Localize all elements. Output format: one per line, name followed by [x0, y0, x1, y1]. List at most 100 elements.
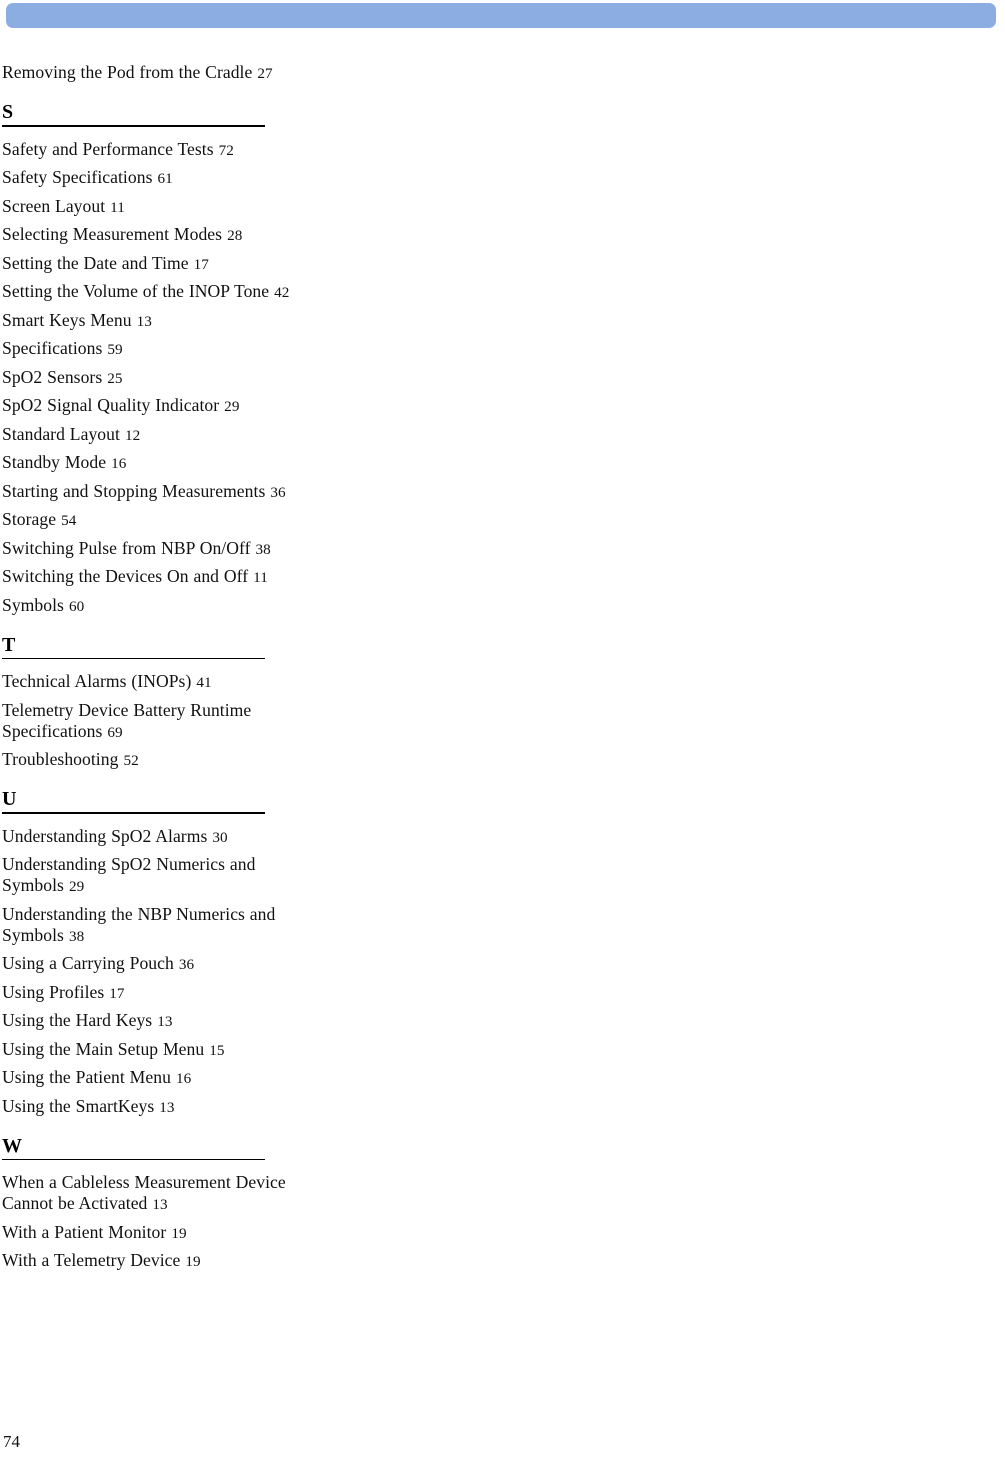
index-entry-page-number: 69: [107, 723, 123, 741]
index-entry[interactable]: Switching Pulse from NBP On/Off 38: [2, 538, 302, 560]
index-entry[interactable]: Selecting Measurement Modes 28: [2, 224, 302, 246]
index-entry-title: Standard Layout: [2, 423, 120, 444]
index-entry[interactable]: With a Telemetry Device 19: [2, 1250, 302, 1272]
index-entry-title: Switching Pulse from NBP On/Off: [2, 537, 251, 558]
index-entry-title: Using Profiles: [2, 981, 105, 1002]
index-entry-page-number: 36: [178, 956, 195, 974]
section-rule: [2, 1158, 265, 1161]
index-entry-page-number: 16: [111, 455, 127, 473]
index-entry[interactable]: Starting and Stopping Measurements 36: [2, 481, 302, 503]
index-entry-title: Safety and Performance Tests: [2, 138, 214, 159]
index-entry-title: Selecting Measurement Modes: [2, 224, 223, 245]
index-entry-page-number: 19: [171, 1224, 187, 1242]
index-entry[interactable]: Telemetry Device Battery Runtime Specifi…: [2, 700, 302, 743]
index-entry-list: Removing the Pod from the Cradle 27 S Safet…: [2, 62, 302, 1279]
index-entry[interactable]: When a Cableless Measurement Device Cann…: [2, 1172, 302, 1215]
index-entry-title: Storage: [2, 509, 57, 530]
index-entry[interactable]: Removing the Pod from the Cradle 27: [2, 62, 302, 84]
index-entry[interactable]: Standby Mode 16: [2, 452, 302, 474]
index-entry[interactable]: Specifications 59: [2, 338, 302, 360]
section-rule: [2, 125, 265, 127]
index-entry-page-number: 11: [110, 198, 125, 216]
index-entry-title: Understanding SpO2 Alarms: [2, 825, 208, 846]
index-entry[interactable]: Setting the Volume of the INOP Tone 42: [2, 281, 302, 303]
index-entry[interactable]: Using the Patient Menu 16: [2, 1067, 302, 1089]
index-entry-title: Using the Patient Menu: [2, 1067, 171, 1088]
index-entry[interactable]: Using a Carrying Pouch 36: [2, 953, 302, 975]
page-number: 74: [3, 1432, 20, 1451]
index-entry-title: SpO2 Signal Quality Indicator: [2, 395, 220, 416]
index-entry-title: Safety Specifications: [2, 167, 153, 188]
index-entry-title: Technical Alarms (INOPs): [2, 671, 192, 692]
index-entry[interactable]: SpO2 Sensors 25: [2, 367, 302, 389]
index-entry-page-number: 54: [61, 512, 77, 530]
index-entry-title: With a Telemetry Device: [2, 1250, 181, 1271]
index-entry[interactable]: Screen Layout 11: [2, 196, 302, 218]
index-entry-page-number: 29: [68, 878, 85, 896]
index-entry-title: Using the Hard Keys: [2, 1010, 153, 1031]
index-entry-page-number: 41: [196, 674, 212, 692]
index-entry-title: Specifications: [2, 338, 103, 359]
section-letter: W: [2, 1134, 22, 1157]
index-section-heading-w: W: [2, 1135, 302, 1161]
index-entry[interactable]: Understanding the NBP Numerics and Symbo…: [2, 904, 302, 947]
index-entry[interactable]: Setting the Date and Time 17: [2, 253, 302, 275]
index-entry-page-number: 59: [107, 341, 123, 359]
index-section-heading-s: S: [2, 101, 302, 127]
decorative-header-bar: [6, 3, 996, 28]
index-entry[interactable]: Standard Layout 12: [2, 424, 302, 446]
index-entry[interactable]: Technical Alarms (INOPs) 41: [2, 671, 302, 693]
index-entry-title: Screen Layout: [2, 195, 106, 216]
index-entry[interactable]: Safety Specifications 61: [2, 167, 302, 189]
index-entry[interactable]: Switching the Devices On and Off 11: [2, 566, 302, 588]
index-entry-title: Symbols: [2, 594, 64, 615]
index-entry[interactable]: Understanding SpO2 Numerics and Symbols 2…: [2, 854, 302, 897]
index-entry-page-number: 15: [209, 1041, 225, 1059]
index-entry[interactable]: Understanding SpO2 Alarms 30: [2, 826, 302, 848]
index-entry[interactable]: Smart Keys Menu 13: [2, 310, 302, 332]
index-entry-page-number: 61: [157, 170, 173, 188]
index-entry-title: Removing the Pod from the Cradle: [2, 62, 253, 82]
section-letter: S: [2, 101, 14, 123]
index-entry-title: Using a Carrying Pouch: [2, 953, 174, 974]
index-entry-title: Using the SmartKeys: [2, 1095, 155, 1116]
index-entry-page-number: 28: [227, 227, 243, 245]
index-entry-title: Telemetry Device Battery Runtime Specifi…: [2, 699, 252, 741]
index-entry[interactable]: With a Patient Monitor 19: [2, 1222, 302, 1244]
index-entry[interactable]: Using the Main Setup Menu 15: [2, 1039, 302, 1061]
index-entry-page-number: 19: [185, 1253, 201, 1271]
index-page: Removing the Pod from the Cradle 27 S Safet…: [0, 0, 1005, 1477]
index-entry-page-number: 30: [212, 828, 228, 846]
index-entry-title: Starting and Stopping Measurements: [2, 480, 266, 501]
index-entry[interactable]: Symbols 60: [2, 595, 302, 617]
index-entry[interactable]: Using the Hard Keys 13: [2, 1010, 302, 1032]
index-entry-page-number: 12: [124, 426, 141, 444]
index-entry-title: Understanding the NBP Numerics and Symbo…: [2, 903, 276, 945]
index-entry-page-number: 60: [68, 597, 85, 615]
index-entry-page-number: 13: [159, 1098, 175, 1116]
section-letter: T: [2, 633, 16, 656]
index-entry-title: Understanding SpO2 Numerics and Symbols: [2, 854, 256, 896]
index-entry-page-number: 17: [193, 255, 209, 273]
index-entry-page-number: 38: [68, 927, 85, 945]
index-entry-page-number: 42: [274, 284, 290, 302]
index-entry[interactable]: Safety and Performance Tests 72: [2, 139, 302, 161]
index-entry-page-number: 27: [257, 65, 273, 82]
index-entry-title: Standby Mode: [2, 452, 107, 473]
index-entry-page-number: 16: [175, 1070, 192, 1088]
index-entry-page-number: 72: [218, 141, 234, 159]
index-entry-page-number: 13: [136, 312, 152, 330]
index-entry-page-number: 13: [157, 1013, 173, 1031]
index-entry[interactable]: SpO2 Signal Quality Indicator 29: [2, 395, 302, 417]
index-section-heading-u: U: [2, 788, 302, 814]
index-entry[interactable]: Storage 54: [2, 509, 302, 531]
index-entry-page-number: 52: [123, 752, 139, 770]
index-entry[interactable]: Using the SmartKeys 13: [2, 1096, 302, 1118]
index-entry-title: Troubleshooting: [2, 749, 119, 770]
index-entry-page-number: 17: [109, 984, 125, 1002]
index-entry-title: Smart Keys Menu: [2, 309, 132, 330]
index-entry[interactable]: Using Profiles 17: [2, 982, 302, 1004]
index-entry-title: SpO2 Sensors: [2, 366, 103, 387]
index-entry[interactable]: Troubleshooting 52: [2, 749, 302, 771]
index-entry-page-number: 25: [107, 369, 123, 387]
